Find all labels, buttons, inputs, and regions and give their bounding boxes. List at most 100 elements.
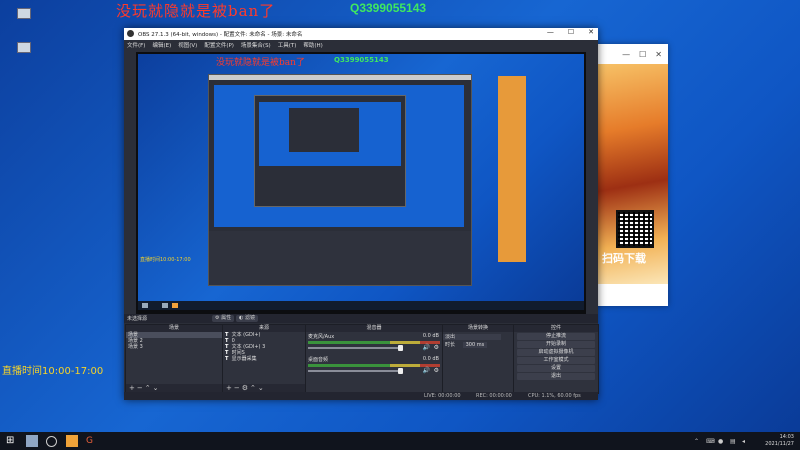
- sources-header: 来源: [223, 325, 305, 332]
- chevron-up-icon[interactable]: ⌃: [694, 438, 699, 445]
- close-icon[interactable]: ✕: [655, 50, 662, 59]
- stop-streaming-button[interactable]: 停止推流: [517, 333, 595, 340]
- move-up-icon[interactable]: ⌃: [250, 384, 258, 392]
- nested-preview: [214, 85, 464, 227]
- nested-obs-2: [254, 95, 406, 207]
- controls-dock: 控件 停止推流 开始录制 启动虚拟摄像机 工作室模式 设置 退出: [513, 324, 599, 394]
- app-icon: [17, 8, 31, 19]
- channel-name: 桌面音频: [308, 357, 329, 363]
- volume-icon[interactable]: ◂: [742, 438, 745, 445]
- clock[interactable]: 14:03 2021/11/27: [765, 434, 794, 448]
- add-icon[interactable]: +: [129, 384, 137, 392]
- windows-start-icon[interactable]: ⊞: [6, 435, 18, 447]
- clock-time: 14:03: [779, 434, 794, 440]
- virtual-camera-button[interactable]: 启动虚拟摄像机: [517, 349, 595, 356]
- volume-slider[interactable]: [308, 345, 404, 351]
- transition-duration[interactable]: 时长 300 ms: [443, 342, 513, 348]
- menu-scene-collection[interactable]: 场景集合(S): [241, 41, 271, 49]
- mixer-channel: 桌面音频 0.0 dB 🔊 ⚙: [306, 355, 442, 378]
- desktop-icon-2[interactable]: [6, 42, 42, 68]
- volume-meter: [308, 341, 440, 344]
- channel-db: 0.0 dB: [422, 333, 439, 339]
- settings-button[interactable]: 设置: [517, 365, 595, 372]
- nested-docks: [209, 231, 471, 285]
- app-icon: [17, 42, 31, 53]
- mixer-channel: 麦克风/Aux 0.0 dB 🔊 ⚙: [306, 332, 442, 355]
- overlay-notice-text: 没玩就隐就是被ban了: [116, 2, 276, 20]
- gear-icon[interactable]: ⚙: [434, 367, 439, 374]
- mixer-header: 混音器: [306, 325, 442, 332]
- studio-mode-button[interactable]: 工作室模式: [517, 357, 595, 364]
- menu-edit[interactable]: 编辑(E): [152, 41, 171, 49]
- gear-icon[interactable]: ⚙: [242, 384, 250, 392]
- gear-icon[interactable]: ⚙: [434, 344, 439, 351]
- minimize-icon[interactable]: —: [622, 50, 630, 59]
- remove-icon[interactable]: −: [137, 384, 145, 392]
- obs-titlebar: OBS 27.1.3 (64-bit, windows) - 配置文件: 未命名…: [124, 28, 598, 40]
- filters-button[interactable]: ◐ 滤镜: [236, 315, 258, 322]
- browser-app-icon[interactable]: G: [86, 435, 98, 447]
- cpu-fps: CPU: 1.1%, 60.00 fps: [528, 393, 581, 399]
- microphone-icon[interactable]: ●: [718, 438, 723, 445]
- scan-download-text: 扫码下载: [602, 252, 646, 265]
- remove-icon[interactable]: −: [234, 384, 242, 392]
- channel-db: 0.0 dB: [422, 356, 439, 362]
- maximize-icon[interactable]: ☐: [639, 50, 646, 59]
- obs-title-text: OBS 27.1.3 (64-bit, windows) - 配置文件: 未命名…: [138, 32, 303, 38]
- preview-canvas[interactable]: 没玩就隐就是被ban了 Q3399055143 直播时间10:00-17:00: [136, 52, 586, 314]
- desktop-icon-1[interactable]: [6, 8, 42, 34]
- banner-titlebar: — ☐ ✕: [594, 44, 668, 64]
- scene-item[interactable]: 场景 3: [126, 344, 222, 350]
- properties-button[interactable]: ⚙ 属性: [212, 315, 235, 322]
- move-down-icon[interactable]: ⌄: [153, 384, 161, 392]
- scenes-dock: 场景 场景 场景 2 场景 3 +−⌃⌄: [125, 324, 225, 394]
- obs-window[interactable]: OBS 27.1.3 (64-bit, windows) - 配置文件: 未命名…: [124, 28, 599, 400]
- overlay-live-time: 直播时间10:00-17:00: [2, 366, 104, 377]
- menu-help[interactable]: 帮助(H): [303, 41, 322, 49]
- menu-view[interactable]: 视图(V): [178, 41, 197, 49]
- move-up-icon[interactable]: ⌃: [145, 384, 153, 392]
- folder-app-icon[interactable]: [66, 435, 78, 447]
- scenes-header: 场景: [126, 325, 222, 332]
- file-app-icon[interactable]: [26, 435, 38, 447]
- banner-window[interactable]: — ☐ ✕ 扫码下载: [594, 44, 668, 306]
- windows-taskbar: ⊞ G ⌃ ⌨ ● ▤ ◂ 14:03 2021/11/27: [0, 432, 800, 450]
- add-icon[interactable]: +: [226, 384, 234, 392]
- obs-menubar: 文件(F) 编辑(E) 视图(V) 配置文件(P) 场景集合(S) 工具(T) …: [124, 40, 598, 50]
- menu-tools[interactable]: 工具(T): [278, 41, 297, 49]
- rec-timer: REC: 00:00:00: [476, 393, 512, 399]
- menu-profile[interactable]: 配置文件(P): [204, 41, 234, 49]
- network-icon[interactable]: ▤: [730, 438, 736, 445]
- transition-select[interactable]: 淡出: [443, 334, 501, 340]
- close-icon[interactable]: ✕: [588, 28, 594, 36]
- preview-taskbar: [138, 301, 584, 310]
- duration-input[interactable]: 300 ms: [462, 342, 488, 348]
- move-down-icon[interactable]: ⌄: [258, 384, 266, 392]
- transitions-dock: 场景转换 淡出 时长 300 ms: [442, 324, 514, 394]
- mixer-dock: 混音器 麦克风/Aux 0.0 dB 🔊 ⚙ 桌面音频 0.0 dB 🔊 ⚙: [305, 324, 443, 394]
- no-source-selected-label: 未选择源: [127, 316, 148, 322]
- preview-desktop-capture: 没玩就隐就是被ban了 Q3399055143 直播时间10:00-17:00: [138, 54, 584, 310]
- exit-button[interactable]: 退出: [517, 373, 595, 380]
- volume-meter: [308, 364, 440, 367]
- menu-file[interactable]: 文件(F): [127, 41, 145, 49]
- preview-qq-text: Q3399055143: [334, 56, 389, 64]
- source-item[interactable]: T 显示器采集: [223, 356, 305, 362]
- slider-knob[interactable]: [398, 368, 404, 374]
- start-recording-button[interactable]: 开始录制: [517, 341, 595, 348]
- text-source-icon: T: [225, 356, 229, 362]
- overlay-qq-text: Q3399055143: [350, 1, 427, 15]
- banner-artwork: 扫码下载: [594, 64, 668, 284]
- nested-banner: [498, 76, 526, 262]
- speaker-icon[interactable]: 🔊: [423, 344, 430, 351]
- minimize-icon[interactable]: —: [547, 28, 554, 36]
- input-method-icon[interactable]: ⌨: [706, 438, 715, 445]
- maximize-icon[interactable]: ☐: [568, 28, 574, 36]
- obs-taskbar-icon[interactable]: [46, 436, 57, 447]
- volume-slider[interactable]: [308, 368, 404, 374]
- channel-name: 麦克风/Aux: [308, 334, 335, 340]
- slider-knob[interactable]: [398, 345, 404, 351]
- speaker-icon[interactable]: 🔊: [423, 367, 430, 374]
- preview-live-time: 直播时间10:00-17:00: [140, 257, 191, 263]
- status-bar: LIVE: 00:00:00 REC: 00:00:00 CPU: 1.1%, …: [124, 392, 598, 400]
